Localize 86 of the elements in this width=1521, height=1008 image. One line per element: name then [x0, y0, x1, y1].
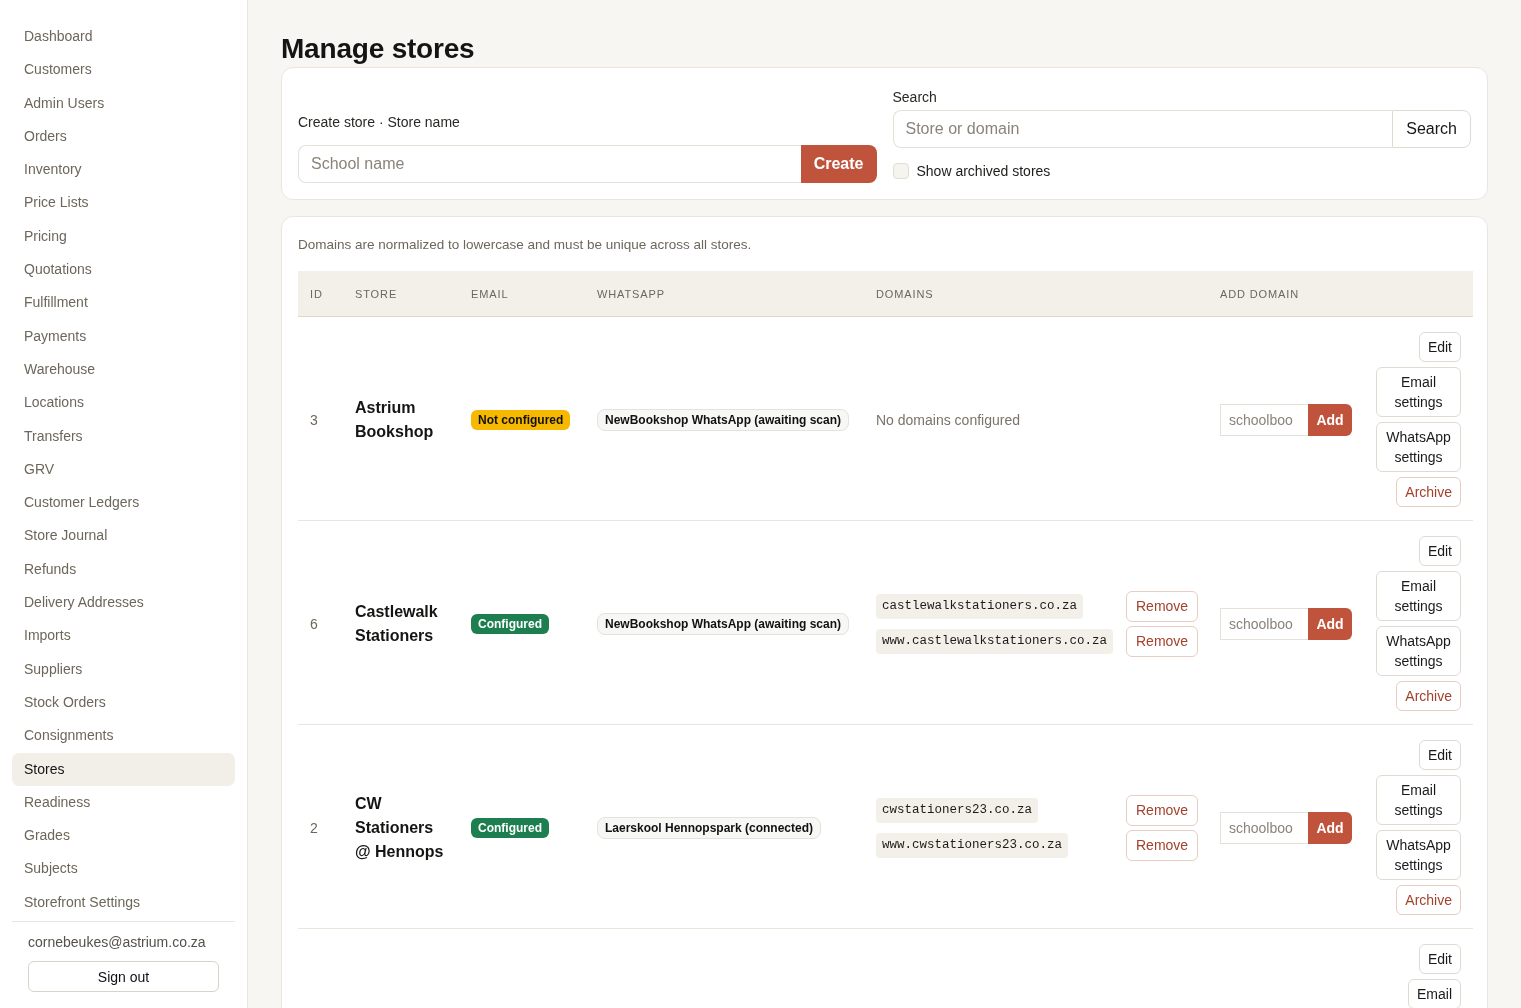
store-id: 2 [310, 819, 318, 836]
domain-input[interactable]: schoolboo [1220, 403, 1308, 436]
whatsapp-settings-button[interactable]: WhatsApp settings [1376, 830, 1461, 880]
nav-item[interactable]: Stores [12, 752, 235, 786]
email-settings-button[interactable]: Email settings [1376, 571, 1461, 621]
email-settings-button[interactable]: Email settings [1376, 367, 1461, 417]
store-name: Castlewalk Stationers [355, 602, 438, 644]
remove-domain-button[interactable]: Remove [1126, 829, 1199, 861]
nav-item[interactable]: Customers [12, 53, 235, 87]
email-status-badge: Configured [471, 817, 549, 838]
show-archived-checkbox[interactable] [892, 162, 909, 179]
edit-button[interactable]: Edit [1418, 536, 1461, 566]
nav-item[interactable]: Warehouse [12, 352, 235, 387]
nav-item[interactable]: Imports [12, 619, 235, 653]
nav-item[interactable]: Price Lists [12, 186, 235, 220]
domain-chip: www.castlewalkstationers.co.za [876, 628, 1114, 654]
nav-item[interactable]: Quotations [12, 253, 235, 287]
store-name: CW Stationers @ Hennops [355, 794, 444, 860]
nav-item[interactable]: Fulfillment [12, 286, 235, 320]
email-settings-button[interactable]: Email settings [1376, 775, 1461, 825]
search-input[interactable]: Store or domain [892, 110, 1393, 148]
domain-input[interactable]: schoolboo [1220, 607, 1308, 640]
whatsapp-settings-button[interactable]: WhatsApp settings [1376, 422, 1461, 472]
whatsapp-status-badge: NewBookshop WhatsApp (awaiting scan) [597, 612, 849, 635]
remove-domain-button[interactable]: Remove [1126, 590, 1199, 622]
edit-button[interactable]: Edit [1418, 332, 1461, 362]
column-header: EMAIL [471, 287, 509, 300]
nav-item[interactable]: Locations [12, 386, 235, 420]
domain-chip: cwstationers23.co.za [876, 797, 1039, 823]
remove-domain-button[interactable]: Remove [1126, 625, 1199, 657]
user-email: cornebeukes@astrium.co.za [28, 933, 207, 952]
nav-item[interactable]: Readiness [12, 785, 235, 820]
domain-chip: www.cwstationers23.co.za [876, 832, 1069, 858]
nav-item[interactable]: Transfers [12, 419, 235, 453]
nav-item[interactable]: Storefront Settings [12, 885, 235, 919]
nav-item[interactable]: Suppliers [12, 652, 235, 686]
nav-item[interactable]: Payments [12, 319, 235, 353]
sign-out-button[interactable]: Sign out [28, 961, 219, 992]
nav-item[interactable]: Customer Ledgers [12, 486, 235, 520]
field-label: Search [892, 89, 938, 105]
nav-item[interactable]: Refunds [12, 552, 235, 587]
field-label: Create store · Store name [298, 114, 461, 130]
nav-item[interactable]: Stock Orders [12, 685, 235, 720]
nav-item[interactable]: Pricing [12, 219, 235, 254]
checkbox-label: Show archived stores [916, 162, 1051, 179]
email-status-badge: Not configured [471, 409, 571, 430]
nav-item[interactable]: GRV [12, 452, 235, 487]
nav-item[interactable]: Subjects [12, 852, 235, 886]
column-header: ADD DOMAIN [1220, 287, 1300, 300]
nav-item[interactable]: Delivery Addresses [12, 586, 235, 620]
store-id: 3 [310, 411, 318, 428]
domain-input[interactable]: schoolboo [1220, 811, 1308, 844]
archive-button[interactable]: Archive [1396, 885, 1461, 915]
add-domain-button[interactable]: Add [1308, 403, 1352, 436]
page-title: Manage stores [281, 32, 476, 66]
nav-item[interactable]: Grades [12, 819, 235, 853]
add-domain-button[interactable]: Add [1308, 607, 1352, 640]
remove-domain-button[interactable]: Remove [1126, 794, 1199, 826]
whatsapp-status-badge: Laerskool Hennopspark (connected) [597, 816, 822, 839]
empty-domains-text: No domains configured [876, 411, 1020, 428]
column-header: STORE [355, 287, 398, 300]
domain-chip: castlewalkstationers.co.za [876, 593, 1084, 619]
column-header: ID [310, 287, 323, 300]
nav-item[interactable]: Inventory [12, 153, 235, 187]
whatsapp-settings-button[interactable]: WhatsApp settings [1376, 626, 1461, 676]
column-header: WHATSAPP [597, 287, 665, 300]
search-button[interactable]: Search [1392, 110, 1471, 148]
table-note: Domains are normalized to lowercase and must be unique across all stores. [298, 237, 753, 253]
store-name-input[interactable]: School name [298, 145, 801, 183]
nav-item[interactable]: Consignments [12, 719, 235, 753]
edit-button[interactable]: Edit [1418, 740, 1461, 770]
nav-item[interactable]: Admin Users [12, 86, 235, 120]
edit-button[interactable]: Edit [1418, 944, 1461, 974]
add-domain-button[interactable]: Add [1308, 811, 1352, 844]
store-id: 6 [310, 615, 318, 632]
nav-item[interactable]: Orders [12, 119, 235, 154]
nav-item[interactable]: Dashboard [12, 20, 235, 54]
archive-button[interactable]: Archive [1396, 681, 1461, 711]
column-header: DOMAINS [876, 287, 934, 300]
store-name: Astrium Bookshop [355, 398, 434, 440]
email-settings-button[interactable]: Email [1408, 979, 1461, 1008]
archive-button[interactable]: Archive [1396, 477, 1461, 507]
create-button[interactable]: Create [800, 145, 877, 183]
nav-item[interactable]: Store Journal [12, 519, 235, 553]
whatsapp-status-badge: NewBookshop WhatsApp (awaiting scan) [597, 408, 849, 431]
email-status-badge: Configured [471, 613, 549, 634]
